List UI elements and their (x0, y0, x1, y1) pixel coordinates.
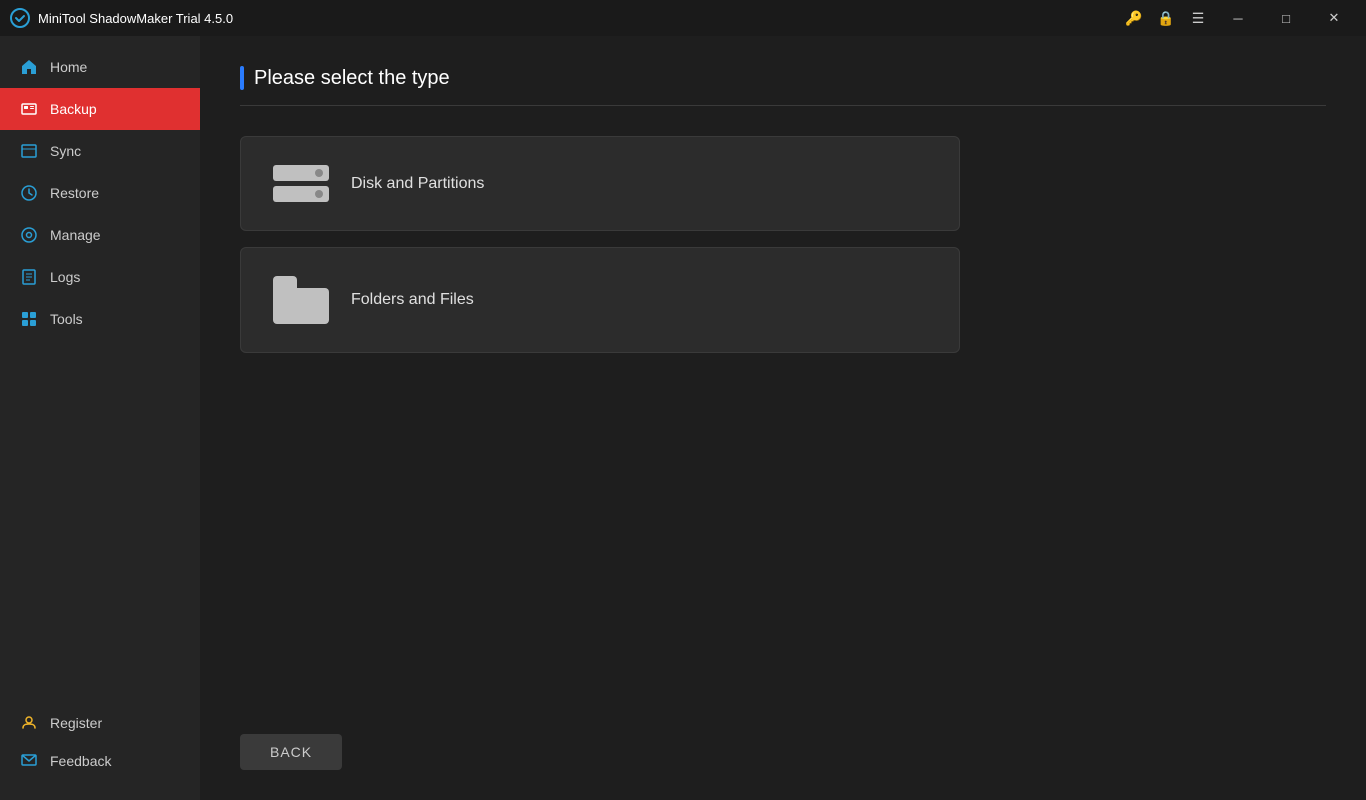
app-title: MiniTool ShadowMaker Trial 4.5.0 (10, 8, 1120, 28)
sidebar-item-sync[interactable]: Sync (0, 130, 200, 172)
disk-partitions-icon (271, 165, 331, 202)
content-area: Please select the type Disk and Partitio… (200, 36, 1366, 800)
sync-icon (20, 142, 38, 160)
app-logo-icon (10, 8, 30, 28)
app-body: Home Backup Sync Restore (0, 36, 1366, 800)
folders-files-label: Folders and Files (351, 291, 474, 309)
home-icon (20, 58, 38, 76)
folders-files-icon (271, 276, 331, 324)
disk-partitions-label: Disk and Partitions (351, 175, 484, 193)
sidebar-item-restore[interactable]: Restore (0, 172, 200, 214)
logs-icon (20, 268, 38, 286)
page-title: Please select the type (254, 67, 450, 90)
key-icon[interactable]: 🔑 (1120, 4, 1148, 32)
titlebar: MiniTool ShadowMaker Trial 4.5.0 🔑 🔒 ☰ ─… (0, 0, 1366, 36)
manage-icon (20, 226, 38, 244)
minimize-button[interactable]: ─ (1216, 4, 1260, 32)
page-header: Please select the type (240, 66, 1326, 106)
close-button[interactable]: ✕ (1312, 4, 1356, 32)
sidebar-item-register[interactable]: Register (0, 704, 200, 742)
sidebar-item-backup[interactable]: Backup (0, 88, 200, 130)
backup-icon (20, 100, 38, 118)
restore-icon (20, 184, 38, 202)
sidebar: Home Backup Sync Restore (0, 36, 200, 800)
back-button[interactable]: BACK (240, 734, 342, 770)
sidebar-item-tools[interactable]: Tools (0, 298, 200, 340)
sidebar-item-manage[interactable]: Manage (0, 214, 200, 256)
menu-icon[interactable]: ☰ (1184, 4, 1212, 32)
window-controls: 🔑 🔒 ☰ ─ □ ✕ (1120, 4, 1356, 32)
folders-files-card[interactable]: Folders and Files (240, 247, 960, 353)
feedback-icon (20, 752, 38, 770)
maximize-button[interactable]: □ (1264, 4, 1308, 32)
tools-icon (20, 310, 38, 328)
sidebar-item-home[interactable]: Home (0, 46, 200, 88)
sidebar-item-feedback[interactable]: Feedback (0, 742, 200, 780)
lock-icon[interactable]: 🔒 (1152, 4, 1180, 32)
disk-partitions-card[interactable]: Disk and Partitions (240, 136, 960, 231)
header-accent-bar (240, 66, 244, 90)
sidebar-item-logs[interactable]: Logs (0, 256, 200, 298)
sidebar-bottom: Register Feedback (0, 704, 200, 800)
register-icon (20, 714, 38, 732)
